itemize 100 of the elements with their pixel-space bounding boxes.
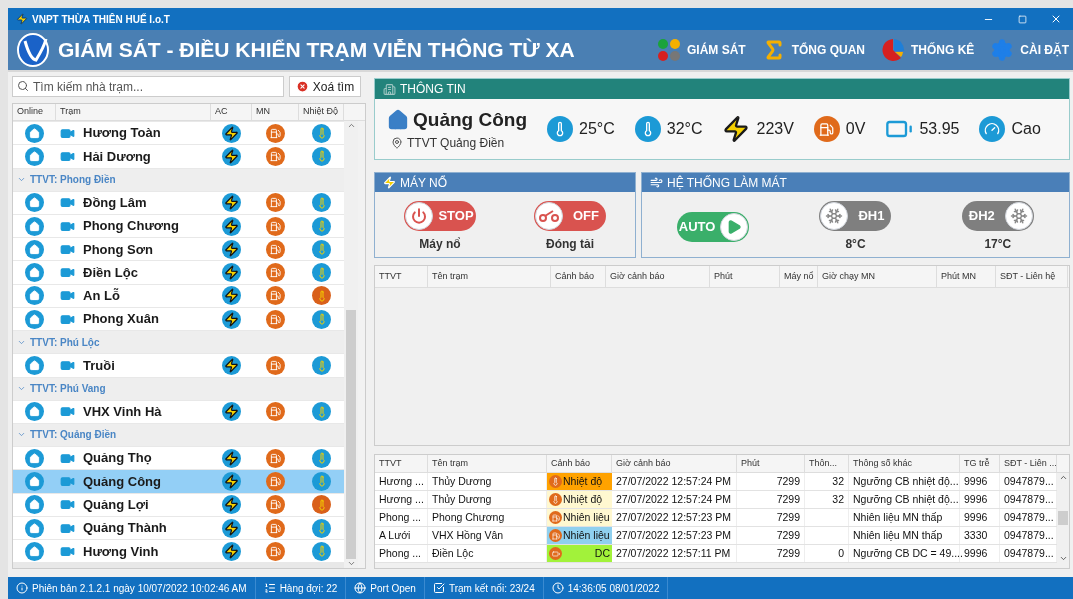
station-row[interactable]: Quảng Thành	[13, 516, 344, 540]
lightning-icon	[222, 541, 241, 561]
station-row[interactable]: An Lỗ	[13, 284, 344, 308]
toggle-switch[interactable]: STOP	[404, 200, 476, 231]
scrollbar[interactable]	[344, 121, 358, 568]
logo-icon	[16, 33, 50, 67]
station-row[interactable]: Phong Xuân	[13, 308, 344, 331]
station-title: Quảng Công	[413, 107, 527, 132]
table-cell-text: Phong ...	[379, 509, 422, 525]
table-cell-text: 9996	[964, 509, 988, 525]
table-row[interactable]: Hương ... Thủy Dương Nhiệt độ 27/07/2022 12:57:24 PM 7299 32 Ngưỡng CB nhiệt độ... 9996 0947879...	[375, 473, 1057, 491]
table-cell-text: 7299	[776, 545, 800, 561]
thermometer-icon	[312, 263, 331, 283]
toggle-knob-icon	[720, 212, 749, 241]
station-row[interactable]: Đồng Lâm	[13, 191, 344, 214]
table-row[interactable]: Phong ... Phong Chương Nhiên liệu 27/07/2022 12:57:23 PM 7299 Nhiên liệu MN thấp 9996 0947879...	[375, 509, 1057, 527]
table-cell-text: 7299	[776, 473, 800, 489]
table-cell-text: 27/07/2022 12:57:24 PM	[616, 491, 731, 507]
table-cell-text: 9996	[964, 491, 988, 507]
table-cell-text: 7299	[776, 509, 800, 525]
table-cell-text: 0947879...	[1004, 473, 1054, 489]
table-cell-text: 0947879...	[1004, 545, 1054, 561]
station-name: Truồi	[83, 356, 115, 375]
thermometer-icon	[312, 216, 331, 236]
table-cell-text: 7299	[776, 527, 800, 543]
column-header: TG trễ	[960, 455, 1000, 472]
table-row[interactable]: Phong ... Điền Lộc DC 27/07/2022 12:57:11 PM 7299 0 Ngưỡng CB DC = 49....9996 0947879...	[375, 545, 1057, 563]
station-name: Quảng Công	[83, 472, 161, 491]
scroll-thumb[interactable]	[1058, 511, 1068, 525]
reading-value: 32°C	[666, 119, 703, 139]
thermometer-icon	[312, 541, 331, 561]
station-row[interactable]: Phong Chương	[13, 214, 344, 238]
lightning-icon	[383, 176, 396, 189]
station-row[interactable]: VHX Vinh Hà	[13, 400, 344, 423]
nav-button[interactable]: TỔNG QUAN	[761, 38, 865, 62]
toggle-switch[interactable]: ĐH1	[819, 200, 892, 231]
nav-button[interactable]: GIÁM SÁT	[656, 38, 746, 62]
scrollbar[interactable]	[1057, 473, 1069, 563]
table-cell-text: Nhiên liệu MN thấp	[853, 527, 943, 543]
column-header: SĐT - Liên hệ	[996, 266, 1068, 287]
thermometer-icon	[312, 356, 331, 375]
lightning-icon	[222, 286, 241, 306]
station-row[interactable]: Hải Dương	[13, 145, 344, 168]
station-row[interactable]: Phong Sơn	[13, 238, 344, 261]
toggle-label: 17°C	[984, 235, 1012, 253]
lightning-icon	[222, 402, 241, 422]
home-icon	[25, 495, 44, 515]
thermometer-icon	[312, 239, 331, 259]
station-row[interactable]: Quảng Lợi	[13, 493, 344, 516]
scroll-up-icon[interactable]	[1058, 473, 1068, 482]
column-header: AC	[211, 104, 252, 120]
lightning-icon	[222, 239, 241, 259]
settings-icon	[990, 38, 1015, 62]
column-header: Giờ cảnh báo	[606, 266, 710, 287]
nav-button[interactable]: THỐNG KÊ	[881, 38, 975, 62]
station-row[interactable]: Hương Vinh	[13, 540, 344, 563]
table-cell-text: 27/07/2022 12:57:23 PM	[616, 527, 731, 543]
station-location: TTVT Quảng Điền	[407, 135, 505, 153]
lightning-icon	[222, 471, 241, 491]
station-row[interactable]: Quảng Công	[13, 470, 344, 493]
generator-icon	[266, 286, 285, 306]
thermometer-icon	[312, 402, 331, 422]
station-row[interactable]: Điền Lộc	[13, 261, 344, 284]
panel-title: HỆ THỐNG LÀM MÁT	[667, 174, 787, 192]
home-icon	[387, 109, 409, 131]
scroll-down-icon[interactable]	[1058, 554, 1068, 563]
table-row[interactable]: Hương ... Thủy Dương Nhiệt độ 27/07/2022 12:57:24 PM 7299 32 Ngưỡng CB nhiệt độ... 9996 0947879...	[375, 491, 1057, 509]
toggle-switch[interactable]: ĐH2	[961, 200, 1034, 231]
thermometer-icon	[312, 123, 331, 143]
reading-value: 25°C	[579, 119, 615, 139]
table-cell-text: 9996	[964, 473, 988, 489]
generator-icon	[266, 471, 285, 491]
station-row[interactable]: Quảng Thọ	[13, 446, 344, 470]
scroll-down-icon[interactable]	[346, 559, 356, 568]
nav-button[interactable]: CÀI ĐẶT	[990, 38, 1069, 62]
pie-chart-icon	[881, 38, 905, 62]
home-icon	[25, 193, 44, 213]
home-icon	[25, 471, 44, 491]
station-name: Phong Xuân	[83, 310, 159, 329]
table-cell-text: Nhiên liệu MN thấp	[853, 509, 943, 525]
table-row[interactable]: A Lưới VHX Hồng Vân Nhiên liệu 27/07/2022 12:57:23 PM 7299 Nhiên liệu MN thấp 3330 0947879...	[375, 527, 1057, 545]
table-cell-text: Phong Chương	[432, 509, 505, 525]
station-row[interactable]: Truồi	[13, 354, 344, 377]
home-icon	[25, 263, 44, 283]
toggle-knob-icon	[405, 201, 433, 230]
clear-search-button[interactable]: Xoá tìm	[289, 76, 361, 97]
scroll-up-icon[interactable]	[346, 121, 356, 130]
lightning-icon	[222, 495, 241, 515]
station-name: Quảng Lợi	[83, 495, 149, 514]
column-header: Giờ cảnh báo	[612, 455, 737, 472]
scroll-thumb[interactable]	[346, 310, 356, 559]
station-row[interactable]: Hương Toàn	[13, 122, 344, 145]
lightning-icon	[222, 356, 241, 375]
column-header: Cảnh báo	[547, 455, 612, 472]
thermometer-icon	[312, 448, 331, 468]
lightning-icon	[222, 309, 241, 329]
search-field[interactable]: Tìm kiếm nhà trạm...	[12, 76, 284, 97]
station-name: Phong Sơn	[83, 240, 153, 259]
table-cell-text: 27/07/2022 12:57:24 PM	[616, 473, 731, 489]
toggle-switch[interactable]: OFF	[534, 200, 606, 231]
